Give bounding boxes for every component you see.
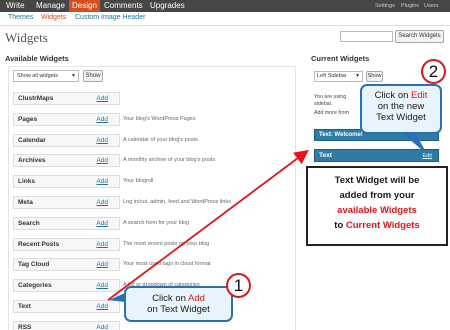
callout-text: Click on (374, 90, 412, 101)
red-arrow-line (107, 149, 309, 301)
callout-text-highlight: available Widgets (337, 205, 417, 216)
callout-edit-text-widget: Click on Edit on the new Text Widget (360, 84, 442, 134)
callout-text: Click on (152, 293, 188, 304)
callout-text: Text Widget will be (334, 175, 420, 186)
step-2-badge: 2 (421, 59, 446, 84)
callout-add-text-widget: Click on Add on Text Widget (124, 286, 233, 322)
callout-text-highlight: Current Widgets (345, 220, 420, 231)
callout-pointer (403, 134, 427, 154)
step-1-badge: 1 (226, 273, 251, 298)
callout-text-highlight: Add (188, 293, 205, 304)
callout-text: to (334, 220, 346, 231)
callout-text: on the new (377, 101, 425, 112)
callout-info-box: Text Widget will be added from your avai… (306, 166, 448, 246)
callout-text: on Text Widget (147, 304, 210, 315)
callout-text: Text Widget (376, 112, 426, 123)
callout-text-highlight: Edit (411, 90, 428, 101)
callout-text: added from your (339, 190, 415, 201)
annotation-arrows (107, 134, 427, 302)
